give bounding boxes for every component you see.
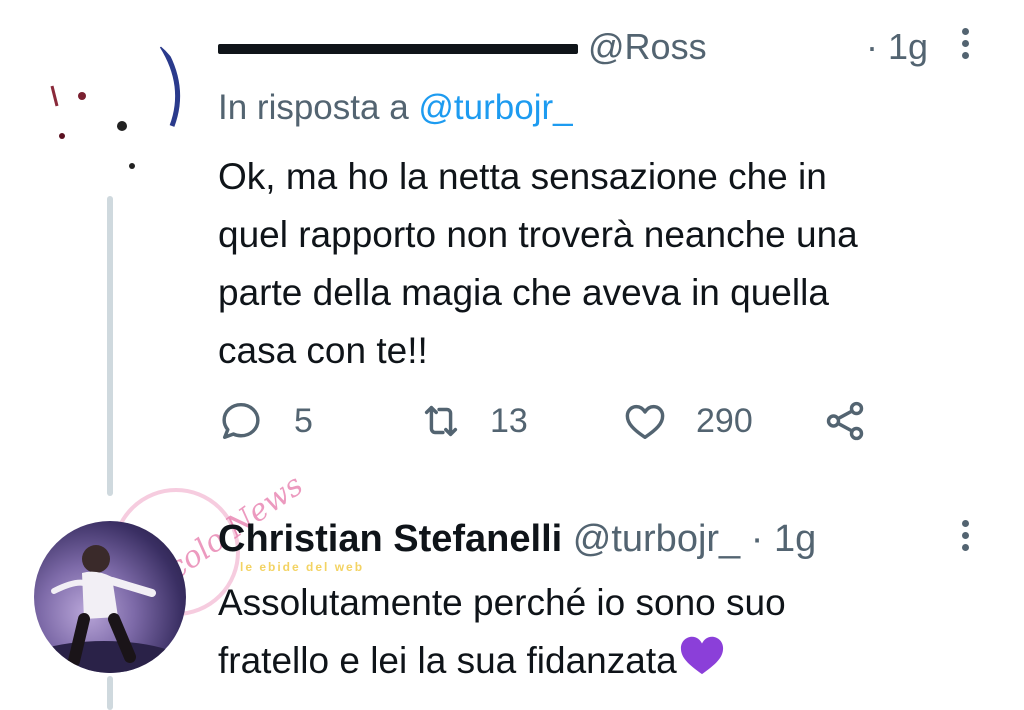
- avatar[interactable]: [22, 26, 190, 194]
- thread-line-bottom: [107, 676, 113, 710]
- tweet-author-line: Christian Stefanelli @turbojr_ · 1g: [218, 518, 816, 561]
- avatar[interactable]: [34, 521, 186, 673]
- purple-heart-icon: [679, 633, 725, 694]
- tweet-time[interactable]: · 1g: [866, 26, 928, 68]
- time-separator: ·: [750, 518, 764, 560]
- share-icon: [826, 401, 864, 441]
- tweet-text-line-with-emoji: fratello e lei la sua fidanzata: [218, 632, 958, 694]
- author-handle[interactable]: @turbojr_: [573, 518, 740, 560]
- sticker-text: le ebide del web: [240, 560, 365, 574]
- reply-context: In risposta a @turbojr_: [218, 88, 573, 128]
- tweet-text-line: casa con te!!: [218, 330, 428, 371]
- avatar-image: [50, 44, 181, 169]
- tweet-text-span: fratello e lei la sua fidanzata: [218, 640, 677, 681]
- retweet-count: 13: [490, 401, 528, 440]
- thread-line-top: [107, 196, 113, 496]
- retweet-icon: [424, 405, 458, 437]
- tweet-text-line: quel rapporto non troverà neanche una: [218, 214, 858, 255]
- tweet-text: Ok, ma ho la netta sensazione che in que…: [218, 148, 988, 380]
- reply-icon: [222, 402, 260, 440]
- more-options-icon[interactable]: [962, 520, 972, 556]
- reply-handle-link[interactable]: @turbojr_: [418, 88, 572, 127]
- share-button[interactable]: [822, 398, 868, 444]
- time-value: 1g: [888, 26, 929, 67]
- tweet-text-line: Assolutamente perché io sono suo: [218, 582, 786, 623]
- like-count: 290: [696, 401, 753, 440]
- reply-prefix: In risposta a: [218, 88, 409, 127]
- tweet-header: @Ross: [218, 26, 707, 68]
- redacted-name: [218, 44, 578, 55]
- more-options-icon[interactable]: [962, 28, 972, 64]
- avatar-image: [34, 545, 186, 673]
- author-name[interactable]: Christian Stefanelli: [218, 518, 562, 560]
- reply-count: 5: [294, 401, 313, 440]
- like-button[interactable]: 290: [622, 398, 753, 444]
- time-separator: ·: [866, 26, 878, 67]
- like-icon: [625, 404, 665, 440]
- partial-handle: @Ross: [588, 26, 707, 67]
- reply-button[interactable]: 5: [218, 398, 313, 444]
- tweet-text-line: Ok, ma ho la netta sensazione che in: [218, 156, 827, 197]
- tweet-time[interactable]: 1g: [774, 518, 816, 560]
- tweet-text-line: parte della magia che aveva in quella: [218, 272, 829, 313]
- retweet-button[interactable]: 13: [418, 398, 528, 444]
- tweet-text: Assolutamente perché io sono suo fratell…: [218, 574, 958, 694]
